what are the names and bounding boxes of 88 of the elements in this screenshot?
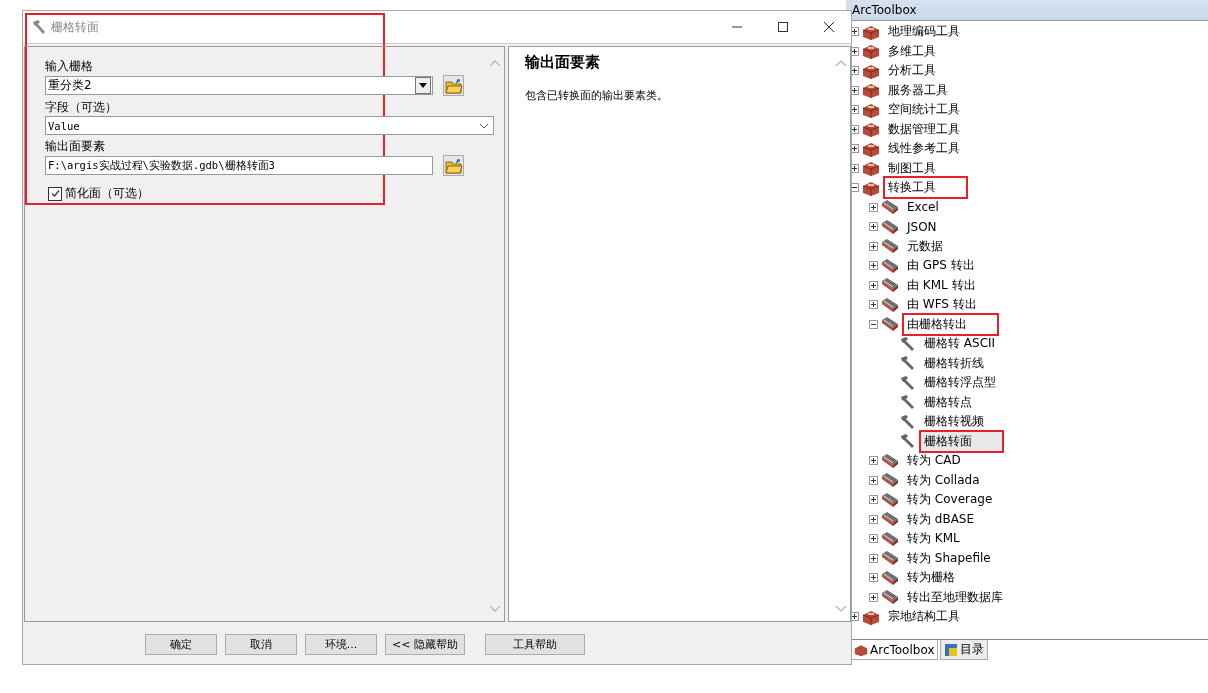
dialog-button[interactable]: 确定 xyxy=(145,633,217,655)
hammer-icon xyxy=(900,335,916,352)
toolset-icon xyxy=(881,569,899,586)
expand-icon[interactable] xyxy=(869,456,878,466)
browse-button[interactable] xyxy=(443,75,464,96)
toolset-icon xyxy=(881,316,899,333)
expand-icon[interactable] xyxy=(869,241,878,251)
toolset-icon xyxy=(881,238,899,255)
dialog-button[interactable]: 取消 xyxy=(225,633,297,655)
field-label: 输出面要素 xyxy=(45,138,106,155)
toolbox-icon xyxy=(862,101,880,118)
dialog-button[interactable]: << 隐藏帮助 xyxy=(385,633,465,655)
panel-tab[interactable]: 目录 xyxy=(940,640,989,660)
toolbox-icon xyxy=(862,608,880,625)
toolbox-icon xyxy=(862,140,880,157)
help-text: 包含已转换面的输出要素类。 xyxy=(525,88,669,103)
expand-icon[interactable] xyxy=(869,222,878,232)
expand-icon[interactable] xyxy=(869,553,878,563)
catalog-icon xyxy=(944,642,959,657)
expand-icon[interactable] xyxy=(869,573,878,583)
expand-icon[interactable] xyxy=(850,144,859,154)
field-label: 字段（可选） xyxy=(45,99,118,116)
toolset-icon xyxy=(881,491,899,508)
expand-icon[interactable] xyxy=(869,592,878,602)
window-title: 栅格转面 xyxy=(51,18,99,36)
collapse-icon[interactable] xyxy=(850,183,859,193)
collapse-icon[interactable] xyxy=(869,319,878,329)
toolbox-icon xyxy=(862,121,880,138)
checkbox-option[interactable]: 简化面（可选） xyxy=(48,185,464,202)
expand-icon[interactable] xyxy=(869,202,878,212)
input-field[interactable]: 重分类2 xyxy=(45,76,433,95)
toolset-icon xyxy=(881,218,899,235)
expand-icon[interactable] xyxy=(850,46,859,56)
toolset-icon xyxy=(881,277,899,294)
tree-item[interactable]: JSON xyxy=(902,216,942,237)
toolset-icon xyxy=(881,511,899,528)
panel-tab[interactable]: ArcToolbox xyxy=(850,640,939,660)
toolbox-icon xyxy=(862,179,880,196)
expand-icon[interactable] xyxy=(869,261,878,271)
toolset-icon xyxy=(881,199,899,216)
expand-icon[interactable] xyxy=(850,27,859,37)
expand-icon[interactable] xyxy=(850,105,859,115)
tree-item[interactable]: 转换工具 xyxy=(883,176,968,200)
toolset-icon xyxy=(881,296,899,313)
browse-button[interactable] xyxy=(443,155,464,176)
expand-icon[interactable] xyxy=(869,280,878,290)
expand-icon[interactable] xyxy=(850,66,859,76)
dialog-button[interactable]: 环境... xyxy=(305,633,377,655)
expand-icon[interactable] xyxy=(869,514,878,524)
input-field[interactable]: F:\argis实战过程\实验数据.gdb\栅格转面3 xyxy=(45,156,433,175)
toolbox-icon xyxy=(862,62,880,79)
tree-item[interactable]: Excel xyxy=(902,197,944,218)
toolbox-icon xyxy=(862,82,880,99)
toolset-icon xyxy=(881,257,899,274)
toolset-icon xyxy=(881,452,899,469)
toolset-icon xyxy=(881,589,899,606)
toolbox-icon xyxy=(862,160,880,177)
hammer-icon xyxy=(900,355,916,372)
toolbox-icon xyxy=(862,43,880,60)
help-title: 输出面要素 xyxy=(525,53,601,72)
expand-icon[interactable] xyxy=(850,124,859,134)
hammer-icon xyxy=(900,394,916,411)
tree-item[interactable]: 由栅格转出 xyxy=(902,312,999,336)
hammer-icon xyxy=(900,374,916,391)
hammer-icon xyxy=(900,413,916,430)
hammer-icon xyxy=(31,19,47,35)
expand-icon[interactable] xyxy=(869,495,878,505)
panel-title: ArcToolbox xyxy=(852,3,917,17)
expand-icon[interactable] xyxy=(869,300,878,310)
expand-icon[interactable] xyxy=(850,85,859,95)
toolbox-icon xyxy=(862,23,880,40)
toolset-icon xyxy=(881,530,899,547)
expand-icon[interactable] xyxy=(869,534,878,544)
expand-icon[interactable] xyxy=(869,475,878,485)
tree-item[interactable]: 栅格转面 xyxy=(919,429,1004,453)
dropdown-field[interactable]: Value xyxy=(45,116,494,135)
field-label: 输入栅格 xyxy=(45,58,94,75)
expand-icon[interactable] xyxy=(850,163,859,173)
dialog-button[interactable]: 工具帮助 xyxy=(484,633,585,655)
chevron-down-icon xyxy=(479,122,489,129)
hammer-icon xyxy=(900,433,916,450)
toolset-icon xyxy=(881,472,899,489)
dropdown-icon[interactable] xyxy=(415,77,431,94)
close-icon[interactable] xyxy=(823,21,835,33)
toolset-icon xyxy=(881,550,899,567)
checkbox[interactable] xyxy=(48,186,62,201)
expand-icon[interactable] xyxy=(850,612,859,622)
maximize-icon[interactable] xyxy=(777,21,789,33)
